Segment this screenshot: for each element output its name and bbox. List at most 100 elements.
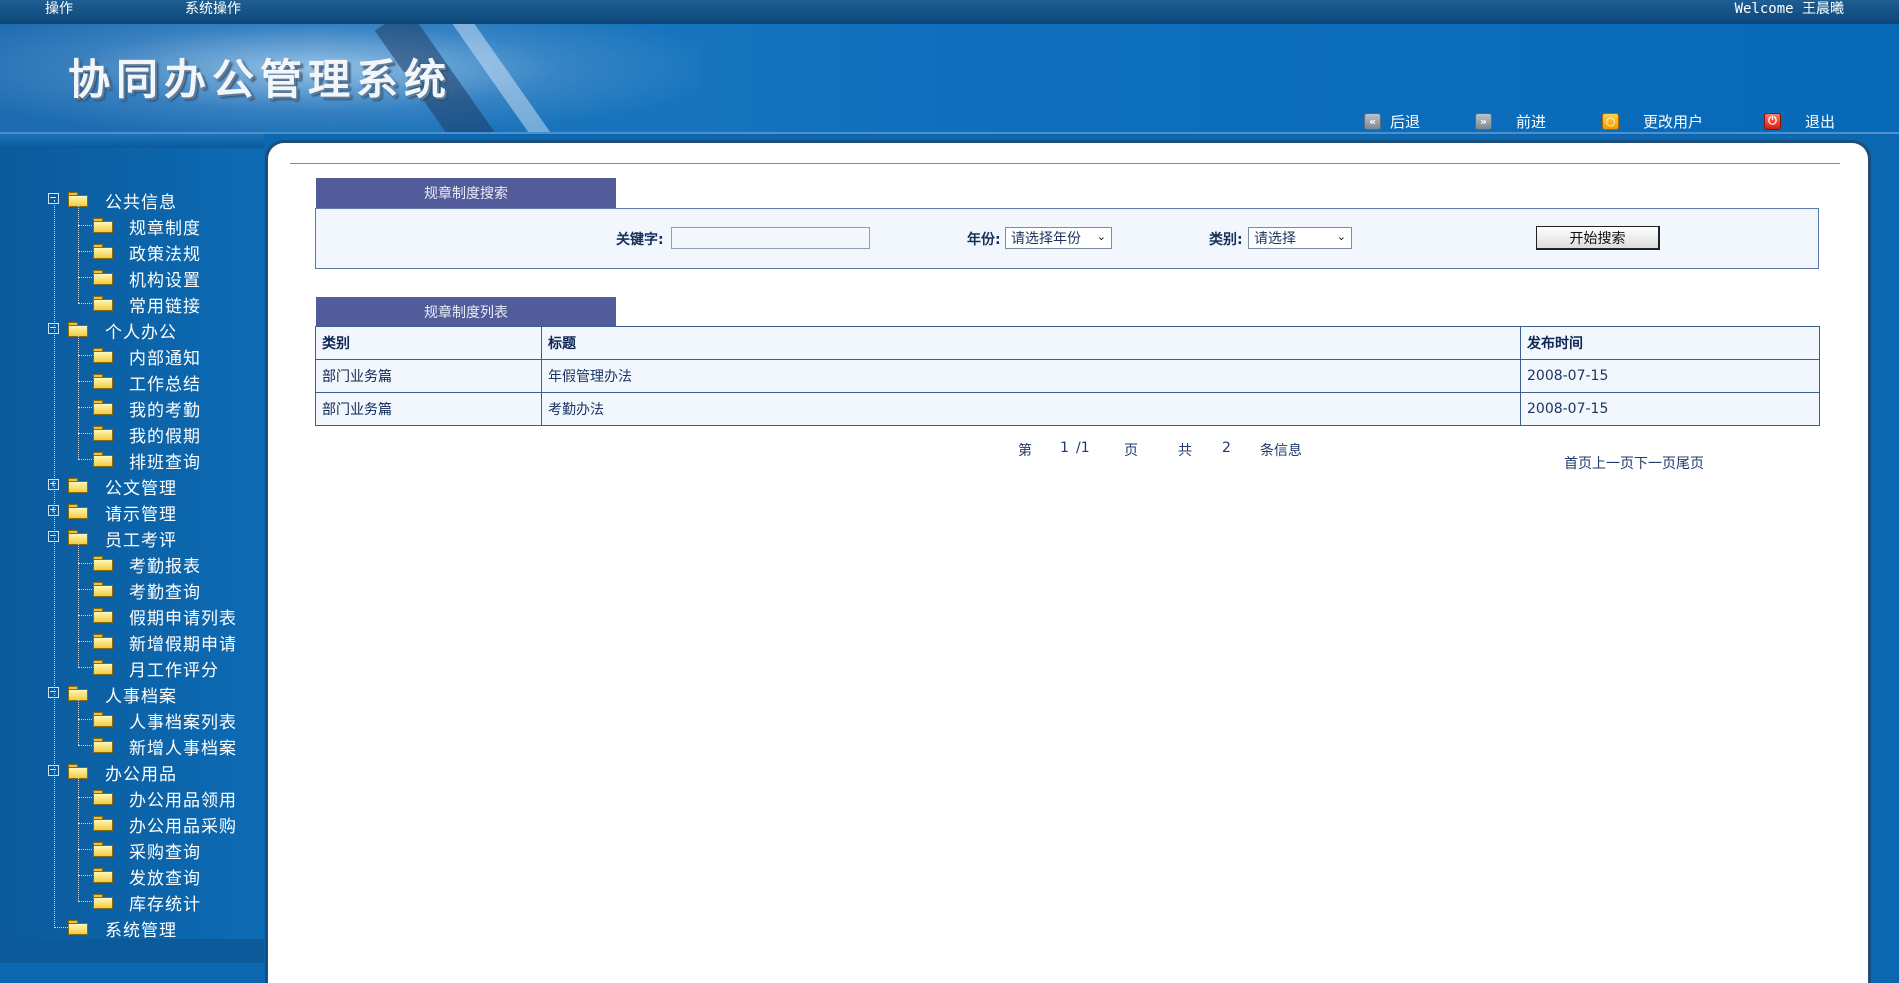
tree-connector [78, 277, 92, 278]
sidebar-item[interactable]: 采购查询 [0, 836, 264, 863]
regulations-table: 类别 标题 发布时间 部门业务篇 年假管理办法 2008-07-15 部门业务篇… [315, 326, 1820, 426]
search-section-tab: 规章制度搜索 [316, 178, 616, 208]
sidebar-bottom-edge [0, 939, 264, 963]
cell-publish-date: 2008-07-15 [1520, 392, 1820, 426]
tree-connector [78, 901, 92, 902]
forward-arrow-icon: » [1475, 112, 1492, 130]
sidebar-item-label: 发放查询 [129, 869, 201, 889]
sidebar-group[interactable]: − 个人办公 [0, 316, 264, 343]
sidebar-item-label: 考勤报表 [129, 557, 201, 577]
sidebar-group[interactable]: + 请示管理 [0, 498, 264, 525]
folder-icon [93, 582, 113, 597]
sidebar-item[interactable]: 月工作评分 [0, 654, 264, 681]
tree-connector [54, 927, 68, 928]
open-folder-icon [68, 530, 88, 545]
menu-item-operations[interactable]: 操作 [45, 0, 73, 18]
sidebar-item[interactable]: 发放查询 [0, 862, 264, 889]
sidebar-item[interactable]: 常用链接 [0, 290, 264, 317]
sidebar-item-label: 我的考勤 [129, 401, 201, 421]
cell-title-link[interactable]: 年假管理办法 [541, 359, 1521, 393]
tree-connector [78, 355, 92, 356]
pagination-links[interactable]: 首页上一页下一页尾页 [1564, 453, 1704, 473]
chevron-down-icon: ⌄ [1336, 230, 1346, 243]
sidebar-item-label: 采购查询 [129, 843, 201, 863]
column-header-title: 标题 [541, 326, 1521, 360]
sidebar-item[interactable]: 内部通知 [0, 342, 264, 369]
sidebar-item[interactable]: 机构设置 [0, 264, 264, 291]
sidebar-group[interactable]: − 人事档案 [0, 680, 264, 707]
start-search-button[interactable]: 开始搜索 [1536, 226, 1660, 250]
back-arrow-icon: « [1364, 112, 1381, 130]
list-section-tab: 规章制度列表 [316, 297, 616, 327]
sidebar-item[interactable]: 考勤查询 [0, 576, 264, 603]
folder-icon [93, 296, 113, 311]
tree-connector [78, 433, 92, 434]
tree-connector [78, 641, 92, 642]
sidebar-item-label: 考勤查询 [129, 583, 201, 603]
sidebar-item[interactable]: 办公用品采购 [0, 810, 264, 837]
folder-icon [93, 244, 113, 259]
forward-button[interactable]: » 前进 [1475, 111, 1546, 131]
sidebar-item[interactable]: 政策法规 [0, 238, 264, 265]
tree-connector [78, 745, 92, 746]
sidebar-top-edge [0, 134, 264, 148]
tree-connector [78, 875, 92, 876]
sidebar-item[interactable]: 我的假期 [0, 420, 264, 447]
category-select[interactable]: 请选择 ⌄ [1248, 227, 1352, 249]
tree-connector [78, 667, 92, 668]
folder-icon [93, 868, 113, 883]
year-select[interactable]: 请选择年份 ⌄ [1005, 227, 1112, 249]
keyword-input[interactable] [671, 227, 870, 249]
sidebar-group[interactable]: 系统管理 [0, 914, 264, 941]
category-select-value: 请选择 [1254, 231, 1296, 247]
change-user-button[interactable]: ○ 更改用户 [1602, 111, 1703, 131]
sidebar-item-label: 新增假期申请 [129, 635, 237, 655]
tree-connector [78, 381, 92, 382]
sidebar-group-label: 系统管理 [105, 921, 177, 941]
sidebar-item-label: 新增人事档案 [129, 739, 237, 759]
year-select-value: 请选择年份 [1011, 231, 1081, 247]
sidebar-item[interactable]: 人事档案列表 [0, 706, 264, 733]
sidebar-item[interactable]: 考勤报表 [0, 550, 264, 577]
category-label: 类别: [1209, 232, 1243, 248]
sidebar-item[interactable]: 工作总结 [0, 368, 264, 395]
tree-connector [78, 544, 79, 667]
page-current: 1 [1060, 440, 1069, 456]
sidebar-item[interactable]: 新增人事档案 [0, 732, 264, 759]
sidebar-item-label: 办公用品领用 [129, 791, 237, 811]
sidebar-item[interactable]: 新增假期申请 [0, 628, 264, 655]
sidebar-item-label: 机构设置 [129, 271, 201, 291]
tree-connector [78, 778, 79, 901]
sidebar-item-label: 人事档案列表 [129, 713, 237, 733]
sidebar-item[interactable]: 库存统计 [0, 888, 264, 915]
sidebar-item-label: 库存统计 [129, 895, 201, 915]
back-button[interactable]: « 后退 [1364, 111, 1420, 131]
sidebar-item[interactable]: 我的考勤 [0, 394, 264, 421]
sidebar-group[interactable]: − 办公用品 [0, 758, 264, 785]
open-folder-icon [68, 322, 88, 337]
table-row: 部门业务篇 年假管理办法 2008-07-15 [315, 359, 1820, 393]
app-logo-title: 协同办公管理系统 [68, 55, 453, 104]
change-user-label: 更改用户 [1643, 112, 1704, 131]
sidebar-item[interactable]: 排班查询 [0, 446, 264, 473]
sidebar-item[interactable]: 假期申请列表 [0, 602, 264, 629]
folder-icon [93, 270, 113, 285]
folder-icon [68, 504, 88, 519]
sidebar-group[interactable]: − 员工考评 [0, 524, 264, 551]
tree-connector [78, 206, 79, 303]
tree-connector [78, 589, 92, 590]
logout-button[interactable]: ⏻ 退出 [1764, 111, 1835, 131]
sidebar-item[interactable]: 办公用品领用 [0, 784, 264, 811]
page-suffix: 页 [1124, 443, 1138, 459]
forward-label: 前进 [1516, 112, 1547, 131]
sidebar-item[interactable]: 规章制度 [0, 212, 264, 239]
folder-icon [93, 660, 113, 675]
menu-item-system-operations[interactable]: 系统操作 [185, 0, 241, 18]
sidebar-group[interactable]: + 公文管理 [0, 472, 264, 499]
folder-icon [93, 634, 113, 649]
sidebar-item-label: 我的假期 [129, 427, 201, 447]
folder-icon [68, 920, 88, 935]
cell-title-link[interactable]: 考勤办法 [541, 392, 1521, 426]
sidebar-group-label: 员工考评 [105, 531, 177, 551]
sidebar-group[interactable]: − 公共信息 [0, 186, 264, 213]
